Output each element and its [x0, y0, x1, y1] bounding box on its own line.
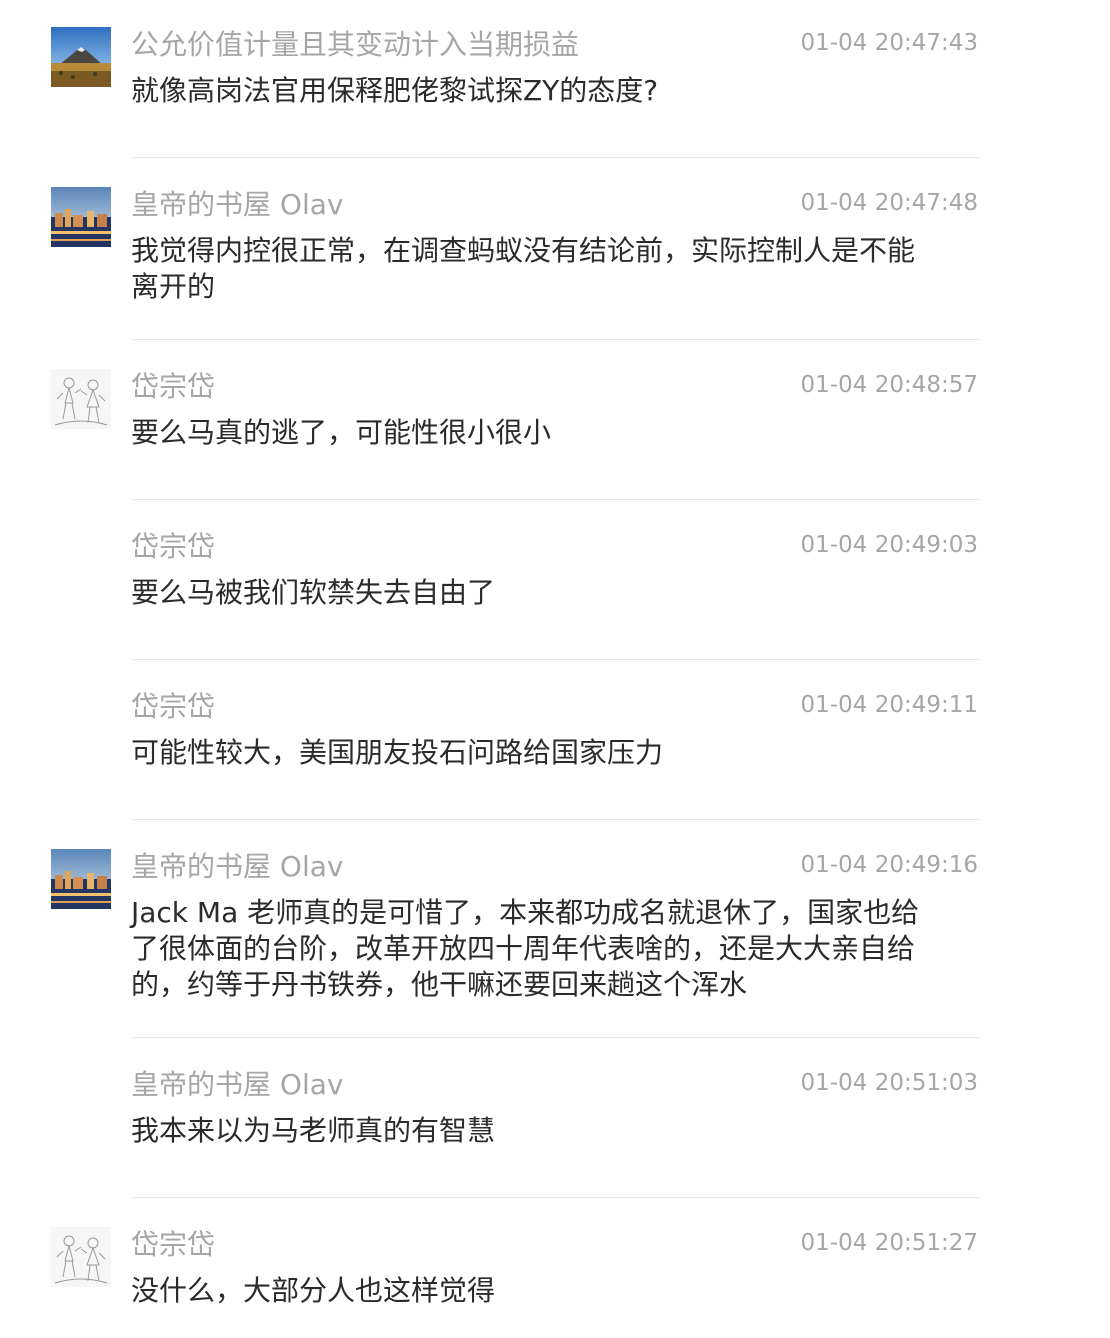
comment-author-name[interactable]: 岱宗岱	[131, 1227, 215, 1263]
comment-divider	[131, 339, 979, 340]
comment-timestamp: 01-04 20:47:43	[800, 30, 978, 56]
comment-timestamp: 01-04 20:48:57	[800, 372, 978, 398]
city-night-avatar[interactable]	[51, 187, 111, 247]
comment-text: 要么马真的逃了，可能性很小很小	[131, 416, 552, 449]
comment-text: 就像高岗法官用保释肥佬黎试探ZY的态度?	[131, 74, 659, 107]
comment-divider	[131, 819, 979, 820]
comment-timestamp: 01-04 20:49:16	[800, 852, 978, 878]
sketch-figures-avatar[interactable]	[51, 369, 111, 429]
comment-author-name[interactable]: 岱宗岱	[131, 369, 215, 405]
comment-author-name[interactable]: 皇帝的书屋 Olav	[131, 849, 343, 885]
comment-text: 我本来以为马老师真的有智慧	[131, 1114, 496, 1147]
comment-timestamp: 01-04 20:51:03	[800, 1070, 978, 1096]
city-night-avatar[interactable]	[51, 849, 111, 909]
comment-author-name[interactable]: 岱宗岱	[131, 689, 215, 725]
comment-author-name[interactable]: 皇帝的书屋 Olav	[131, 187, 343, 223]
sketch-figures-avatar[interactable]	[51, 1227, 111, 1287]
comment-timestamp: 01-04 20:49:03	[800, 532, 978, 558]
comment-divider	[131, 1197, 979, 1198]
mountain-landscape-avatar[interactable]	[51, 27, 111, 87]
comment-text: 可能性较大，美国朋友投石问路给国家压力	[131, 736, 664, 769]
comment-timestamp: 01-04 20:51:27	[800, 1230, 978, 1256]
comment-divider	[131, 499, 979, 500]
comment-author-name[interactable]: 岱宗岱	[131, 529, 215, 565]
comment-divider	[131, 157, 979, 158]
comment-text: Jack Ma 老师真的是可惜了，本来都功成名就退休了，国家也给了很体面的台阶，…	[131, 896, 920, 1001]
comment-text: 我觉得内控很正常，在调查蚂蚁没有结论前，实际控制人是不能离开的	[131, 234, 916, 303]
comment-text: 要么马被我们软禁失去自由了	[131, 576, 496, 609]
comment-divider	[131, 1037, 979, 1038]
comment-divider	[131, 659, 979, 660]
comment-timestamp: 01-04 20:47:48	[800, 190, 978, 216]
comment-timestamp: 01-04 20:49:11	[800, 692, 978, 718]
comment-text: 没什么，大部分人也这样觉得	[131, 1274, 496, 1307]
comment-author-name[interactable]: 公允价值计量且其变动计入当期损益	[131, 27, 579, 63]
comment-author-name[interactable]: 皇帝的书屋 Olav	[131, 1067, 343, 1103]
